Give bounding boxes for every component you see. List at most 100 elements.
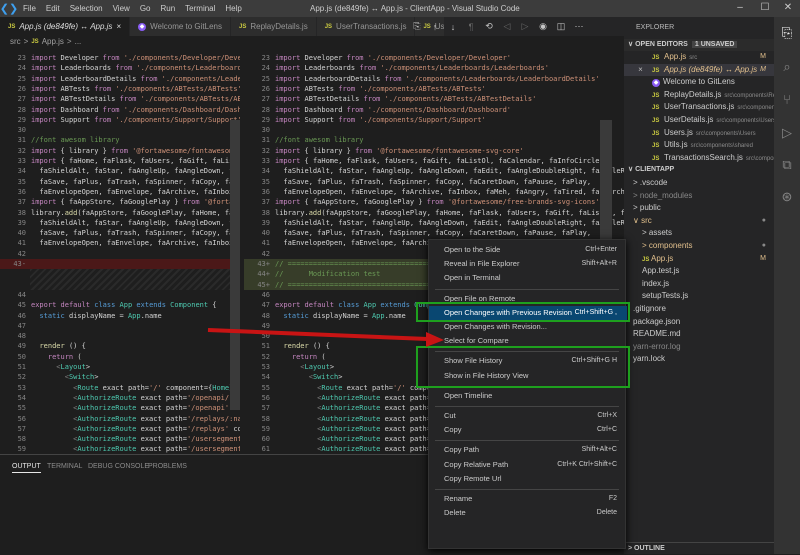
code-text: <AuthorizeRoute exact path='/ bbox=[317, 414, 439, 423]
menu-edit[interactable]: Edit bbox=[41, 4, 65, 13]
file-tree-item[interactable]: > node_modules bbox=[624, 190, 774, 202]
breadcrumb-symbol[interactable]: ... bbox=[75, 37, 82, 46]
js-file-icon: JS bbox=[324, 23, 333, 30]
close-window-icon[interactable]: ✕ bbox=[778, 2, 798, 13]
run-debug-icon[interactable]: ▷ bbox=[778, 125, 796, 143]
maximize-icon[interactable]: ☐ bbox=[755, 2, 775, 13]
menu-selection[interactable]: Selection bbox=[65, 4, 108, 13]
code-line: 33 import { faHome, faFlask, faUsers, faG… bbox=[0, 156, 240, 166]
file-tree-item[interactable]: ∨ src ● bbox=[624, 215, 774, 227]
gitlens-icon[interactable]: ◉ bbox=[536, 21, 550, 32]
menu-run[interactable]: Run bbox=[155, 4, 180, 13]
left-scrollbar[interactable] bbox=[230, 120, 240, 410]
open-editor-item[interactable]: JS Users.js src\components\Users bbox=[624, 127, 774, 139]
file-tree-item[interactable]: yarn.lock bbox=[624, 353, 774, 365]
line-number: 33 bbox=[261, 157, 270, 165]
whitespace-icon[interactable]: ¶ bbox=[464, 22, 478, 32]
explorer-icon[interactable]: ⎘ bbox=[778, 25, 796, 43]
breadcrumb-file[interactable]: App.js bbox=[42, 37, 64, 46]
split-editor-icon[interactable]: ◫ bbox=[554, 21, 568, 32]
clientapp-header[interactable]: ∨ CLIENTAPP bbox=[624, 164, 774, 176]
open-editor-item[interactable]: JS TransactionsSearch.jssrc\compone... bbox=[624, 152, 774, 164]
close-editor-icon[interactable]: × bbox=[638, 64, 643, 76]
more-actions-icon[interactable]: ⋯ bbox=[572, 21, 586, 32]
open-editor-item[interactable]: JS UserTransactions.jssrc\component... bbox=[624, 101, 774, 113]
menu-terminal[interactable]: Terminal bbox=[180, 4, 220, 13]
next-revision-icon[interactable]: ▷ bbox=[518, 21, 532, 32]
gitlens-icon[interactable]: ⊛ bbox=[778, 189, 796, 207]
source-control-icon[interactable]: ⑂ bbox=[778, 92, 796, 110]
close-tab-icon[interactable]: × bbox=[116, 22, 121, 31]
panel-tab-problems[interactable]: PROBLEMS bbox=[148, 463, 187, 470]
menu-item-rename[interactable]: Rename F2 bbox=[429, 492, 627, 506]
open-editor-item[interactable]: JS Utils.js src\components\shared bbox=[624, 139, 774, 151]
menu-item-copy[interactable]: Copy Ctrl+C bbox=[429, 423, 627, 437]
minimize-icon[interactable]: – bbox=[730, 2, 750, 13]
next-change-icon[interactable]: ↓ bbox=[446, 22, 460, 32]
vscode-logo-icon: ❮❯ bbox=[0, 3, 19, 15]
line-number: 56 bbox=[261, 393, 270, 402]
prev-revision-icon[interactable]: ◁ bbox=[500, 21, 514, 32]
tab-2[interactable]: JS ReplayDetails.js bbox=[231, 17, 317, 36]
panel-tab-debug-console[interactable]: DEBUG CONSOLE bbox=[88, 463, 149, 470]
menu-item-open-to-the-side[interactable]: Open to the Side Ctrl+Enter bbox=[429, 243, 627, 257]
menu-item-cut[interactable]: Cut Ctrl+X bbox=[429, 409, 627, 423]
file-name: README.md bbox=[633, 329, 681, 339]
open-editor-item[interactable]: JS ReplayDetails.jssrc\components\Re... bbox=[624, 89, 774, 101]
menu-item-copy-remote-url[interactable]: Copy Remote Url bbox=[429, 472, 627, 486]
open-file-icon[interactable]: ⎘ bbox=[410, 21, 424, 32]
panel-tab-output[interactable]: OUTPUT bbox=[12, 463, 41, 473]
previous-change-icon[interactable]: ↑ bbox=[428, 22, 442, 32]
js-file-icon: JS bbox=[239, 23, 247, 30]
js-file-icon: JS bbox=[652, 105, 662, 112]
menu-file[interactable]: File bbox=[18, 4, 41, 13]
open-editors-header[interactable]: ∨ OPEN EDITORS 1 UNSAVED bbox=[624, 39, 774, 51]
panel-tab-terminal[interactable]: TERMINAL bbox=[47, 463, 82, 470]
open-editor-item[interactable]: × JS App.js (de849fe) ↔ App.js M bbox=[624, 63, 774, 76]
menu-item-open-changes-with-revision[interactable]: Open Changes with Revision... bbox=[429, 320, 627, 334]
compare-icon[interactable]: ⟲ bbox=[482, 21, 496, 32]
open-editor-item[interactable]: ◆ Welcome to GitLens bbox=[624, 76, 774, 88]
line-number: 45 bbox=[17, 301, 26, 310]
menu-view[interactable]: View bbox=[108, 4, 135, 13]
code-text: <AuthorizeRoute exact path='/ bbox=[317, 424, 439, 433]
file-tree-item[interactable]: App.test.js bbox=[624, 265, 774, 277]
menu-item-reveal-in-file-explorer[interactable]: Reveal in File Explorer Shift+Alt+R bbox=[429, 257, 627, 271]
tab-1[interactable]: ◆ Welcome to GitLens bbox=[130, 17, 231, 36]
open-editor-item[interactable]: JS App.js src M bbox=[624, 51, 774, 63]
menu-item-copy-relative-path[interactable]: Copy Relative Path Ctrl+K Ctrl+Shift+C bbox=[429, 458, 627, 472]
code-text: //font awesom library bbox=[31, 136, 120, 145]
file-tree-item[interactable]: > components ● bbox=[624, 240, 774, 252]
menu-item-delete[interactable]: Delete Delete bbox=[429, 506, 627, 520]
outline-header[interactable]: > OUTLINE bbox=[624, 542, 774, 554]
file-tree-item[interactable]: > .vscode bbox=[624, 177, 774, 189]
menu-item-open-in-terminal[interactable]: Open in Terminal bbox=[429, 271, 627, 285]
git-status-badge: M bbox=[760, 65, 766, 73]
line-number: 23 bbox=[17, 54, 26, 62]
line-number: 46 bbox=[261, 290, 270, 299]
search-icon[interactable]: ⌕ bbox=[778, 59, 796, 77]
tab-0[interactable]: JS App.js (de849fe) ↔ App.js × bbox=[0, 17, 131, 36]
file-tree-item[interactable]: setupTests.js bbox=[624, 290, 774, 302]
file-tree-item[interactable]: README.md bbox=[624, 328, 774, 340]
tab-3[interactable]: JS UserTransactions.js bbox=[316, 17, 416, 36]
line-number: 61 bbox=[261, 445, 270, 453]
file-tree-item[interactable]: yarn-error.log bbox=[624, 341, 774, 353]
file-name: ReplayDetails.js bbox=[664, 89, 722, 99]
file-tree-item[interactable]: JS App.js M bbox=[624, 253, 774, 265]
menu-item-open-timeline[interactable]: Open Timeline bbox=[429, 389, 627, 403]
menu-item-copy-path[interactable]: Copy Path Shift+Alt+C bbox=[429, 443, 627, 457]
file-tree-item[interactable]: > assets bbox=[624, 227, 774, 239]
menu-go[interactable]: Go bbox=[135, 4, 156, 13]
file-tree-item[interactable]: package.json bbox=[624, 316, 774, 328]
code-line: 31 //font awesom library bbox=[244, 135, 624, 145]
breadcrumb-src[interactable]: src bbox=[10, 37, 21, 46]
extensions-icon[interactable]: ⧉ bbox=[778, 157, 796, 175]
open-editor-item[interactable]: JS UserDetails.js src\components\Users bbox=[624, 114, 774, 126]
chevron-icon: > bbox=[633, 178, 640, 187]
menu-help[interactable]: Help bbox=[220, 4, 246, 13]
file-tree-item[interactable]: > public bbox=[624, 202, 774, 214]
file-tree-item[interactable]: index.js bbox=[624, 278, 774, 290]
file-tree-item[interactable]: .gitignore bbox=[624, 303, 774, 315]
diff-original-editor[interactable]: 23 import Developer from './components/De… bbox=[0, 48, 240, 453]
